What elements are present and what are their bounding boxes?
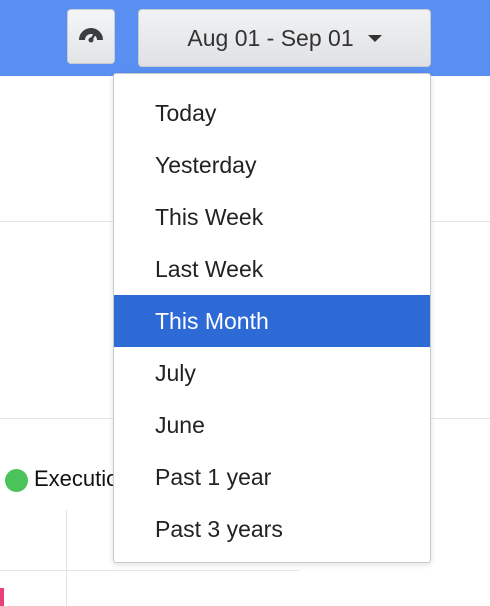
chart-gridline [0,570,300,571]
dropdown-option[interactable]: Today [114,87,430,139]
dropdown-option[interactable]: Last Week [114,243,430,295]
top-bar: Aug 01 - Sep 01 [0,0,490,76]
dropdown-option[interactable]: July [114,347,430,399]
dropdown-option[interactable]: Past 1 year [114,451,430,503]
caret-down-icon [367,34,382,42]
date-range-button[interactable]: Aug 01 - Sep 01 [138,9,431,67]
dropdown-option[interactable]: This Month [114,295,430,347]
legend-swatch-execution [5,469,28,492]
dropdown-option[interactable]: Yesterday [114,139,430,191]
gauge-icon [78,25,104,48]
dropdown-option[interactable]: Past 3 years [114,503,430,555]
dropdown-option[interactable]: June [114,399,430,451]
chart-gridline [66,510,67,606]
dashboard-button[interactable] [67,9,115,64]
chart-series-mark [0,588,4,606]
date-range-dropdown: Today Yesterday This Week Last Week This Mon… [113,73,431,563]
date-range-label: Aug 01 - Sep 01 [187,24,354,51]
dropdown-option[interactable]: This Week [114,191,430,243]
